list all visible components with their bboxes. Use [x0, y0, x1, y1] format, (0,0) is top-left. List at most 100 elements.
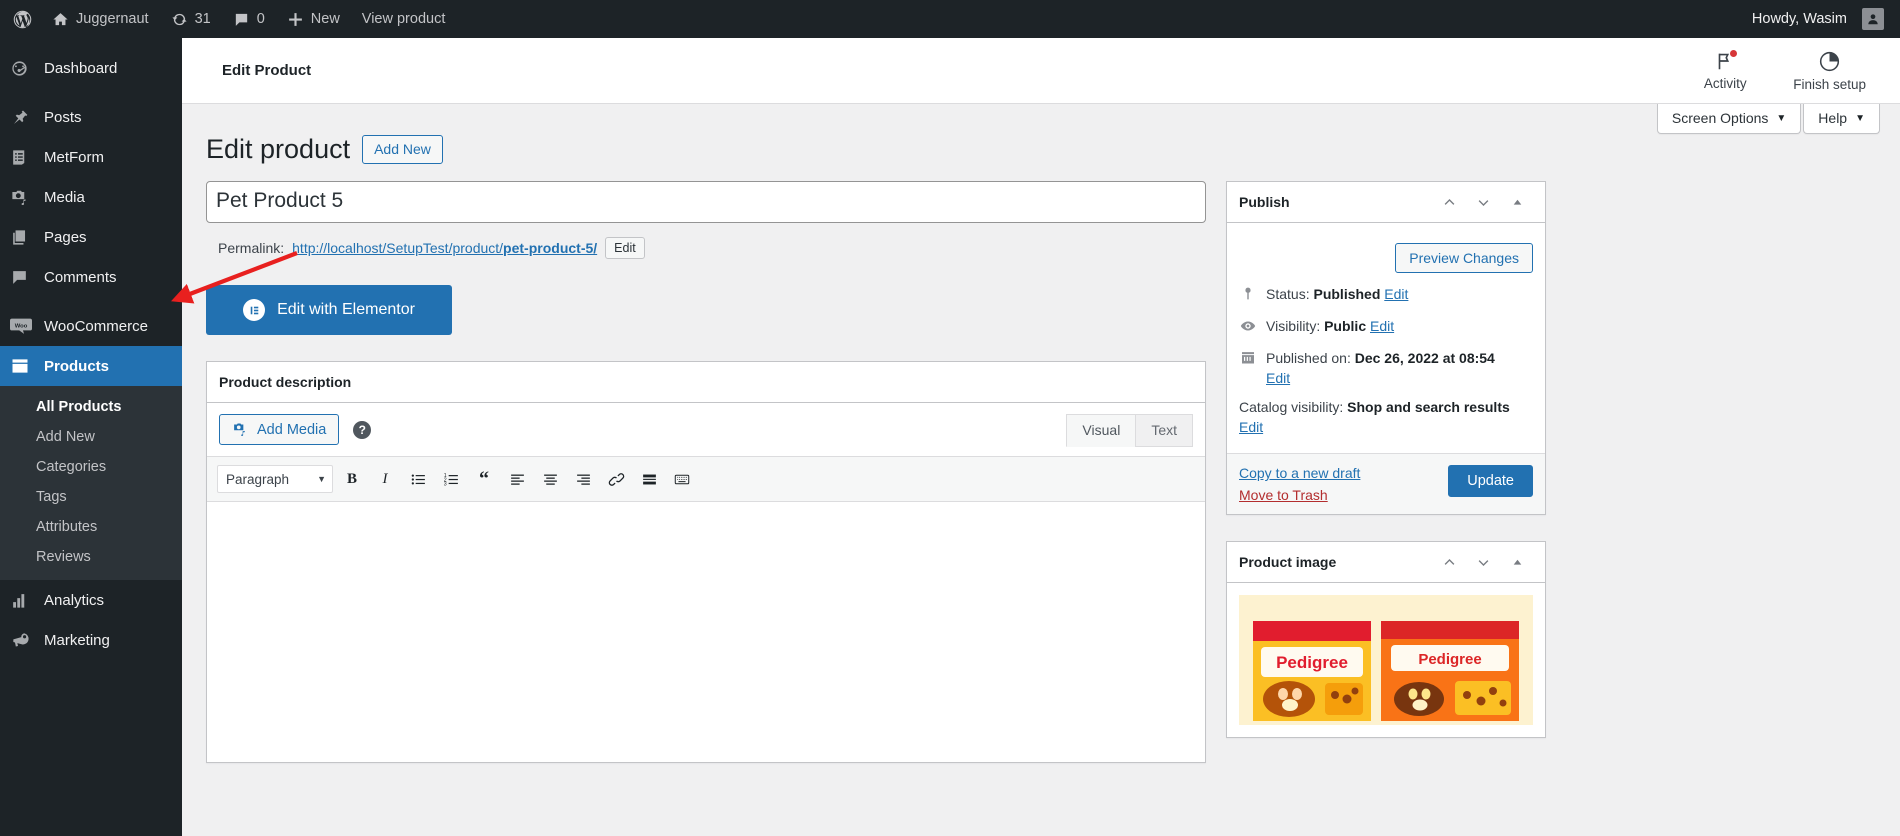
permalink-row: Permalink: http://localhost/SetupTest/pr…	[206, 223, 1206, 260]
toggle-panel-icon[interactable]	[1501, 546, 1533, 578]
activity-panel-button[interactable]: Activity	[1693, 49, 1757, 91]
product-description-header: Product description	[207, 362, 1205, 404]
products-submenu: All Products Add New Categories Tags Att…	[0, 386, 182, 580]
edit-visibility-link[interactable]: Edit	[1370, 318, 1394, 334]
align-left-icon[interactable]	[503, 465, 531, 493]
bold-icon[interactable]: B	[338, 465, 366, 493]
numbered-list-icon[interactable]: 1 2 3	[437, 465, 465, 493]
avatar	[1862, 8, 1884, 30]
screen-options-toggle[interactable]: Screen Options ▼	[1656, 104, 1802, 134]
submenu-item-attributes[interactable]: Attributes	[0, 512, 182, 542]
sidebar-item-pages[interactable]: Pages	[0, 217, 182, 257]
site-name-menu[interactable]: Juggernaut	[41, 0, 160, 38]
italic-icon[interactable]: I	[371, 465, 399, 493]
help-toggle[interactable]: Help ▼	[1803, 104, 1880, 134]
move-down-icon[interactable]	[1467, 546, 1499, 578]
product-thumbnail-image[interactable]: Pedigree Pedigree	[1239, 595, 1533, 726]
format-select[interactable]: Paragraph ▼	[217, 465, 333, 494]
sidebar-item-analytics[interactable]: Analytics	[0, 580, 182, 620]
keyboard-shortcuts-icon[interactable]	[668, 465, 696, 493]
catalog-value: Shop and search results	[1347, 399, 1510, 416]
tab-visual-label: Visual	[1082, 422, 1121, 439]
svg-text:Pedigree: Pedigree	[1418, 651, 1481, 668]
sidebar-item-marketing[interactable]: Marketing	[0, 620, 182, 660]
edit-catalog-visibility-link[interactable]: Edit	[1239, 419, 1263, 435]
finish-setup-button[interactable]: Finish setup	[1793, 50, 1866, 92]
submenu-item-reviews[interactable]: Reviews	[0, 542, 182, 572]
edit-with-elementor-button[interactable]: Edit with Elementor	[206, 285, 452, 336]
sidebar-item-products[interactable]: Products	[0, 346, 190, 386]
chevron-down-icon: ▼	[1855, 112, 1865, 124]
new-content-menu[interactable]: New	[276, 0, 351, 38]
product-title-input[interactable]	[206, 181, 1206, 224]
edit-permalink-button[interactable]: Edit	[605, 237, 645, 260]
align-right-icon[interactable]	[569, 465, 597, 493]
edit-published-date-link[interactable]: Edit	[1266, 370, 1290, 386]
sidebar-item-woocommerce[interactable]: Woo WooCommerce	[0, 306, 182, 346]
permalink-link[interactable]: http://localhost/SetupTest/product/pet-p…	[292, 240, 597, 256]
published-label: Published on:	[1266, 350, 1351, 367]
sidebar-item-posts[interactable]: Posts	[0, 97, 182, 137]
add-new-button[interactable]: Add New	[362, 134, 443, 165]
sidebar-item-label: Posts	[44, 108, 82, 126]
submenu-item-label: Add New	[36, 429, 95, 445]
page-header-row: Edit product Add New	[182, 104, 1900, 167]
move-to-trash-link[interactable]: Move to Trash	[1239, 487, 1360, 503]
bulleted-list-icon[interactable]	[404, 465, 432, 493]
preview-changes-button[interactable]: Preview Changes	[1395, 243, 1533, 274]
tinymce-format-toolbar: Paragraph ▼ B I 1 2 3 “	[207, 457, 1205, 503]
description-editor-body[interactable]	[207, 502, 1205, 763]
updates-menu[interactable]: 31	[160, 0, 222, 38]
eye-icon	[1239, 316, 1257, 335]
comments-menu[interactable]: 0	[222, 0, 276, 38]
form-list-icon	[10, 148, 40, 167]
update-button[interactable]: Update	[1448, 465, 1533, 498]
post-body-columns: Permalink: http://localhost/SetupTest/pr…	[182, 167, 1900, 764]
toggle-panel-icon[interactable]	[1501, 186, 1533, 218]
submenu-item-tags[interactable]: Tags	[0, 482, 182, 512]
view-product-link[interactable]: View product	[351, 0, 457, 38]
move-down-icon[interactable]	[1467, 186, 1499, 218]
bar-chart-icon	[10, 591, 40, 610]
admin-sidebar-menu: Dashboard Posts MetForm Media Pages Comm…	[0, 38, 190, 836]
sidebar-item-comments[interactable]: Comments	[0, 257, 182, 297]
submenu-item-add-new[interactable]: Add New	[0, 422, 182, 452]
svg-text:3: 3	[443, 481, 446, 487]
sidebar-item-dashboard[interactable]: Dashboard	[0, 48, 182, 88]
menu-top-spacer	[0, 38, 182, 48]
sidebar-item-media[interactable]: Media	[0, 177, 182, 217]
tab-visual[interactable]: Visual	[1066, 414, 1137, 448]
status-value: Published	[1313, 286, 1381, 303]
elementor-logo-icon	[243, 299, 266, 322]
submenu-item-label: Tags	[36, 489, 67, 505]
published-value: Dec 26, 2022 at 08:54	[1354, 350, 1495, 367]
help-question-icon[interactable]: ?	[353, 420, 372, 439]
sidebar-item-metform[interactable]: MetForm	[0, 137, 182, 177]
catalog-label: Catalog visibility:	[1239, 399, 1344, 416]
edit-status-link[interactable]: Edit	[1384, 286, 1408, 302]
read-more-icon[interactable]	[635, 465, 663, 493]
submenu-item-categories[interactable]: Categories	[0, 452, 182, 482]
sidebar-item-label: Analytics	[44, 591, 105, 609]
product-description-heading: Product description	[219, 374, 352, 391]
permalink-base: http://localhost/SetupTest/product/	[292, 240, 504, 257]
my-account-menu[interactable]: Howdy, Wasim	[1741, 0, 1900, 38]
status-label: Status:	[1266, 286, 1310, 303]
add-media-button[interactable]: Add Media	[219, 414, 340, 446]
move-up-icon[interactable]	[1433, 546, 1465, 578]
svg-text:Pedigree: Pedigree	[1276, 653, 1348, 672]
submenu-item-all-products[interactable]: All Products	[0, 392, 182, 422]
align-center-icon[interactable]	[536, 465, 564, 493]
product-image-postbox: Product image Pedigree Pedigree	[1226, 541, 1546, 739]
screen-options-label: Screen Options	[1671, 110, 1769, 126]
copy-to-new-draft-link[interactable]: Copy to a new draft	[1239, 465, 1360, 481]
insert-link-icon[interactable]	[602, 465, 630, 493]
blockquote-icon[interactable]: “	[470, 465, 498, 493]
permalink-label: Permalink:	[218, 240, 285, 257]
tab-text[interactable]: Text	[1135, 414, 1193, 448]
publish-top-actions: Preview Changes	[1227, 233, 1545, 274]
megaphone-icon	[10, 630, 40, 650]
move-up-icon[interactable]	[1433, 186, 1465, 218]
wordpress-logo-menu[interactable]	[0, 0, 41, 38]
description-editor-content	[207, 502, 1205, 530]
